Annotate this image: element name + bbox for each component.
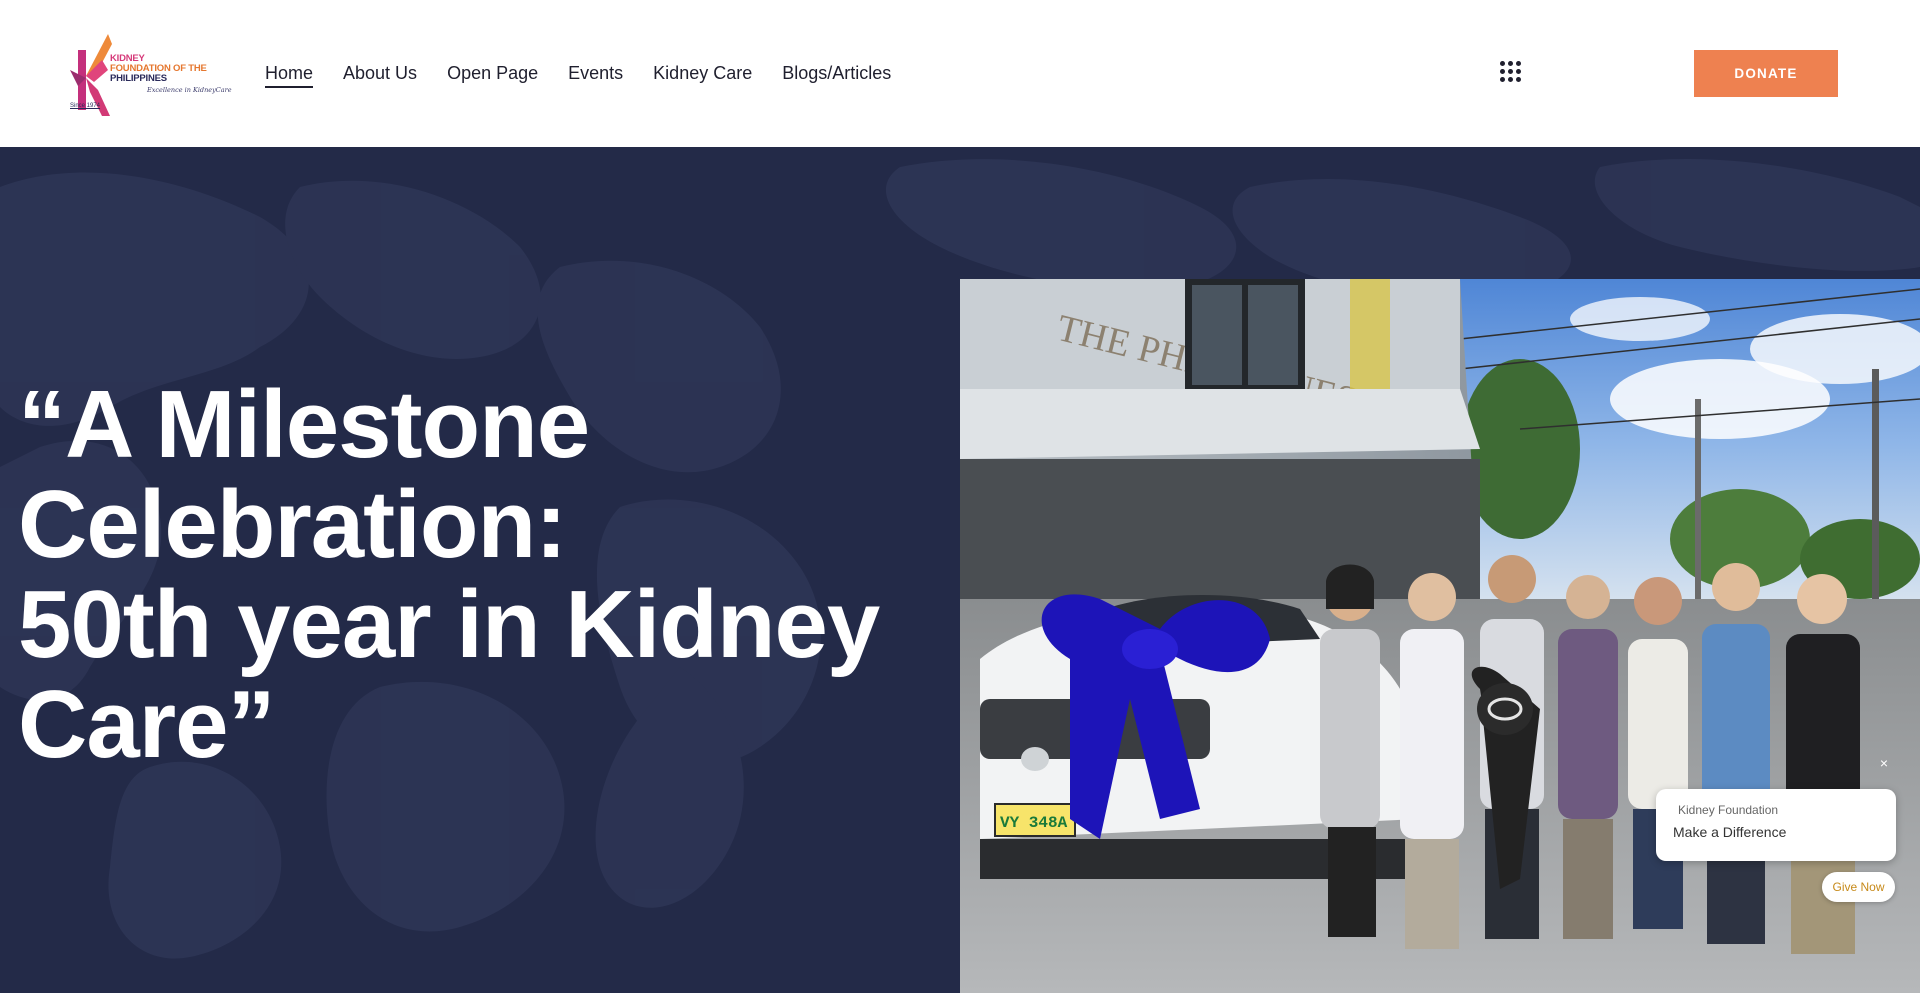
- hero-section: “A Milestone Celebration: 50th year in K…: [0, 147, 1920, 993]
- hero-title-line-3: 50th year in Kidney: [18, 571, 880, 678]
- hero-title-line-4: Care”: [18, 671, 275, 778]
- nav-item-home[interactable]: Home: [265, 60, 314, 88]
- widget-close-icon[interactable]: ×: [1876, 755, 1892, 771]
- kfp-logo[interactable]: KIDNEY FOUNDATION OF THE PHILIPPINES Exc…: [68, 30, 232, 120]
- logo-tagline: Excellence in KidneyCare: [147, 86, 232, 94]
- hero-title-line-1: “A Milestone: [18, 371, 590, 478]
- license-plate: VY 348A: [1000, 814, 1068, 832]
- main-nav: Home About Us Open Page Events Kidney Ca…: [265, 60, 921, 88]
- give-now-button[interactable]: Give Now: [1822, 872, 1895, 902]
- donation-chat-widget[interactable]: Kidney Foundation Make a Difference: [1656, 789, 1896, 861]
- milestone-photo: THE PHILIPPINES INC. VY 348A: [960, 279, 1920, 993]
- hero-title-line-2: Celebration:: [18, 471, 567, 578]
- nav-item-blogs-articles[interactable]: Blogs/Articles: [782, 60, 891, 86]
- logo-since: Since 1974: [70, 103, 101, 109]
- grid-menu-icon[interactable]: [1500, 61, 1522, 83]
- nav-item-kidney-care[interactable]: Kidney Care: [653, 60, 752, 86]
- logo-line-philippines: PHILIPPINES: [110, 73, 167, 84]
- nav-item-about-us[interactable]: About Us: [343, 60, 417, 86]
- widget-message: Make a Difference: [1673, 824, 1787, 840]
- donate-button[interactable]: DONATE: [1694, 50, 1838, 97]
- car-turnover-photo: THE PHILIPPINES INC. VY 348A: [960, 279, 1920, 993]
- site-header: KIDNEY FOUNDATION OF THE PHILIPPINES Exc…: [0, 0, 1920, 147]
- nav-item-events[interactable]: Events: [568, 60, 623, 86]
- nav-item-open-page[interactable]: Open Page: [447, 60, 538, 86]
- widget-org-name: Kidney Foundation: [1678, 803, 1779, 817]
- hero-title: “A Milestone Celebration: 50th year in K…: [18, 375, 918, 775]
